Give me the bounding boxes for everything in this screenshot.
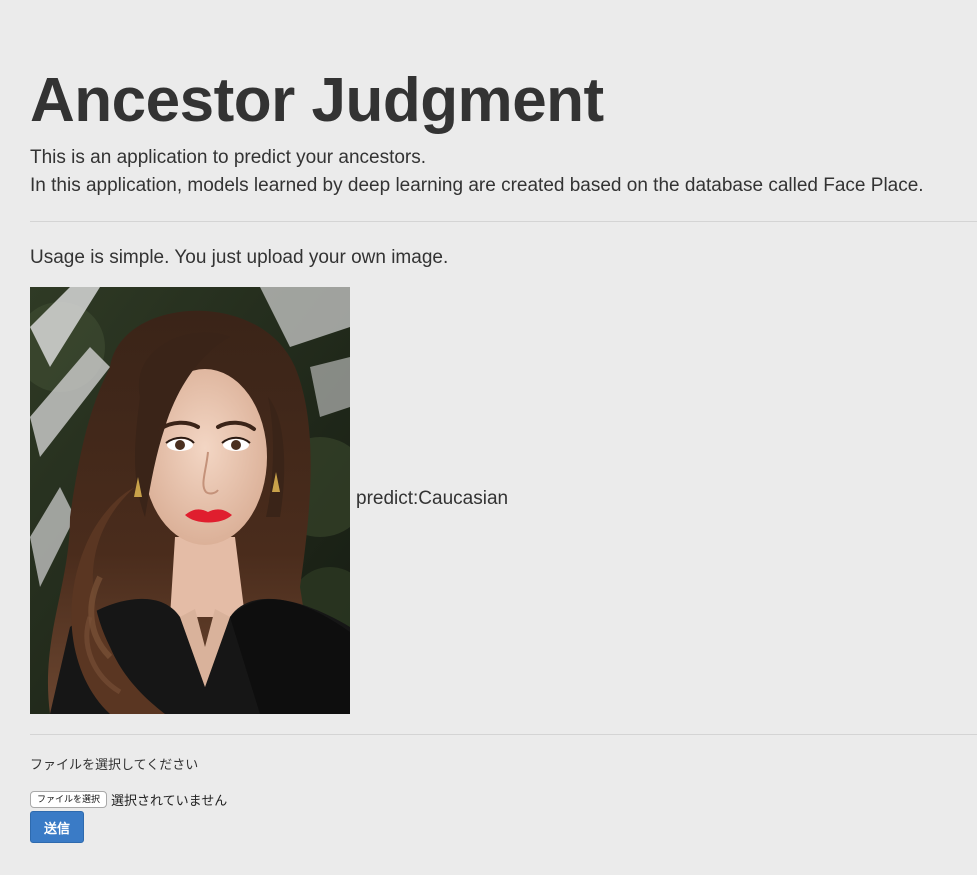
file-input-row: ファイルを選択 選択されていません <box>30 788 227 810</box>
file-status-text: 選択されていません <box>111 792 228 808</box>
submit-button[interactable]: 送信 <box>30 811 84 843</box>
divider <box>30 221 977 222</box>
usage-text: Usage is simple. You just upload your ow… <box>30 247 449 268</box>
page: Ancestor Judgment This is an application… <box>0 0 977 875</box>
divider <box>30 734 977 735</box>
description-line: This is an application to predict your a… <box>30 147 427 168</box>
portrait-image <box>30 287 350 714</box>
uploaded-photo <box>30 287 350 714</box>
choose-file-button[interactable]: ファイルを選択 <box>30 790 108 808</box>
description: This is an application to predict your a… <box>30 144 977 200</box>
page-title: Ancestor Judgment <box>30 66 604 135</box>
header: Ancestor Judgment This is an application… <box>30 66 977 200</box>
prediction-result: predict:Caucasian <box>356 488 509 509</box>
upload-label: ファイルを選択してください <box>30 757 199 772</box>
description-line: In this application, models learned by d… <box>30 175 924 196</box>
